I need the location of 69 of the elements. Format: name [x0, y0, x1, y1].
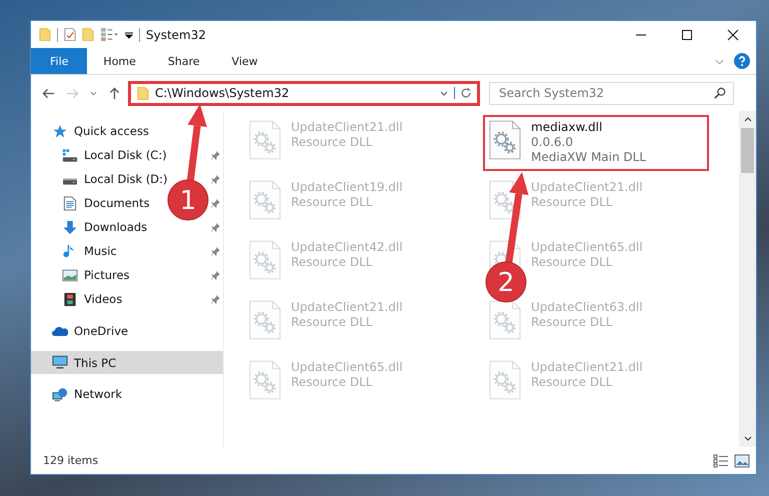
chevron-down-icon[interactable] [440, 90, 448, 96]
dll-file-icon [249, 180, 281, 220]
drive-icon [62, 178, 78, 184]
refresh-icon[interactable] [454, 87, 472, 99]
file-detail: Resource DLL [291, 315, 374, 330]
down-arrow-icon [62, 220, 78, 234]
search-icon [714, 86, 726, 98]
dll-file-icon [489, 360, 521, 400]
nav-item[interactable]: Pictures [62, 268, 130, 282]
address-field[interactable]: C:\Windows\System32 [128, 80, 480, 106]
network-icon [52, 386, 68, 402]
ribbon-tab[interactable]: Home [87, 48, 152, 74]
document-icon [62, 196, 78, 210]
properties-icon[interactable] [64, 27, 76, 42]
nav-item[interactable]: Documents [62, 196, 150, 210]
customize-toolbar-icon[interactable] [125, 30, 133, 38]
folder-icon [137, 86, 149, 100]
file-detail: Resource DLL [531, 375, 614, 390]
nav-item[interactable]: Music [62, 244, 117, 258]
help-icon[interactable] [734, 53, 750, 69]
dll-file-icon [249, 240, 281, 280]
dll-file-icon [489, 120, 521, 160]
scroll-down-icon[interactable] [744, 436, 752, 441]
file-detail: Resource DLL [291, 135, 374, 150]
film-icon [62, 292, 78, 306]
up-arrow-icon[interactable] [108, 86, 121, 100]
dll-file-icon [489, 300, 521, 340]
dll-file-icon [249, 360, 281, 400]
file-detail: Resource DLL [291, 375, 374, 390]
file-detail: Resource DLL [531, 315, 614, 330]
file-detail: 0.0.6.0 [531, 135, 574, 150]
nav-item[interactable]: Downloads [62, 220, 148, 234]
scrollbar[interactable] [739, 111, 756, 447]
back-arrow-icon[interactable] [42, 86, 55, 100]
file-name[interactable]: mediaxw.dll [531, 120, 646, 135]
file-detail: Resource DLL [531, 255, 614, 270]
dll-file-icon [249, 120, 281, 160]
nav-item[interactable]: This PC [52, 355, 116, 370]
file-menu-tab[interactable]: File [31, 48, 88, 74]
file-detail: MediaXW Main DLL [531, 150, 646, 165]
item-count: 129 items [43, 454, 98, 467]
dll-file-icon [489, 180, 521, 220]
large-icons-view-icon[interactable] [734, 454, 750, 468]
file-detail: Resource DLL [291, 195, 374, 210]
star-icon [52, 124, 68, 138]
search-field[interactable]: Search System32 [489, 82, 734, 104]
nav-item[interactable]: OneDrive [52, 324, 128, 338]
dll-file-icon [249, 300, 281, 340]
nav-item[interactable]: Local Disk (C:) [62, 148, 167, 162]
scroll-up-icon[interactable] [744, 117, 752, 122]
step-badge: 1 [168, 180, 208, 220]
monitor-icon [52, 355, 68, 370]
details-view-icon[interactable] [713, 454, 729, 468]
nav-item[interactable]: Videos [62, 292, 122, 306]
chevron-down-icon[interactable] [90, 90, 97, 96]
ribbon-tab[interactable]: Share [152, 48, 216, 74]
window-title: System32 [146, 28, 206, 42]
file-detail: Resource DLL [531, 195, 614, 210]
picture-icon [62, 268, 78, 282]
scroll-thumb[interactable] [741, 128, 754, 173]
ribbon-tab[interactable]: View [216, 48, 274, 74]
nav-item[interactable]: Local Disk (D:) [62, 172, 168, 186]
file-detail: Resource DLL [291, 255, 374, 270]
drive-icon [62, 148, 78, 162]
nav-item[interactable]: Quick access [52, 124, 149, 138]
step-badge: 2 [486, 262, 526, 302]
address-path: C:\Windows\System32 [155, 86, 290, 100]
nav-item[interactable]: Network [52, 386, 122, 402]
layout-icon[interactable] [100, 27, 119, 42]
